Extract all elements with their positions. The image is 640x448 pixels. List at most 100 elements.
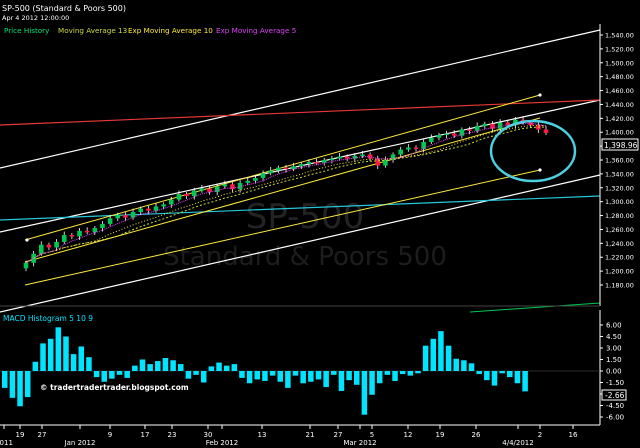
x-tick-label: 21 [306,431,315,439]
candle-body [92,228,98,233]
macd-bar [453,358,459,371]
price-tick-label: 1,480.00 [605,73,634,81]
x-tick-label: 30 [204,431,213,439]
price-tick-label: 1,300.00 [605,198,634,206]
last-price-marker: 1,398.96 [601,138,639,151]
x-tick-label: 23 [168,431,177,439]
candle-body [268,170,274,174]
macd-tick-label: 0.00 [606,368,622,376]
macd-bar [507,371,513,378]
price-tick-label: 1,400.00 [605,129,634,137]
macd-bar [55,327,62,371]
macd-bar [139,359,146,371]
price-tick-label: 1,520.00 [605,45,634,53]
x-tick-label: 19 [436,431,445,439]
macd-bar [231,364,238,371]
candle-body [191,190,197,197]
candle-body [123,214,128,218]
x-tick-label: 2 [538,431,542,439]
macd-tick-label: 6.00 [606,322,622,330]
candle-body [207,188,212,192]
legend: Price History Moving Average 13 Exp Movi… [4,26,296,35]
price-tick-label: 1,500.00 [605,59,634,67]
candle-body [474,125,480,131]
x-tick-label: 2011 [0,439,13,447]
macd-bar [277,371,283,382]
candle-body [283,167,289,170]
macd-bar [514,371,521,384]
x-tick-label: 26 [472,431,481,439]
macd-bar [292,371,299,376]
macd-bar [2,371,8,388]
candle-body [291,166,296,170]
macd-bar [216,362,222,371]
macd-bar [369,371,375,395]
macd-bar [499,371,505,374]
channel-anchor [538,168,542,172]
macd-bar [484,371,490,381]
macd-bar [185,371,192,379]
x-tick-label: 4/4/2012 [502,439,533,447]
candle-body [497,122,503,129]
macd-bar [346,371,352,381]
price-tick-label: 1,440.00 [605,101,634,109]
candle-body [161,204,166,207]
macd-bar [262,371,268,381]
macd-bar [116,371,123,375]
x-tick-label: 27 [38,431,47,439]
macd-tick-label: -1.50 [606,379,624,387]
macd-bar [361,371,368,415]
x-tick-label: 16 [569,431,578,439]
legend-ema-10: Exp Moving Average 10 [128,26,213,35]
candle-body [214,186,220,192]
price-tick-label: 1,280.00 [605,212,634,220]
candle-body [107,218,113,224]
macd-bar [308,371,314,382]
stock-chart: SP-500 (Standard & Poors 500) Apr 4 2012… [0,0,640,448]
candle-body [406,147,411,150]
macd-bar [24,371,31,398]
candle-body [138,208,144,213]
last-price-label: 1,398.96 [604,141,638,150]
candle-body [398,149,404,155]
candle-body [100,223,105,229]
macd-bar [93,371,100,378]
x-tick-label: 9 [108,431,112,439]
candle-body [176,194,182,200]
channel-anchor [538,93,542,97]
macd-bar [269,371,276,376]
candle-body [115,214,121,219]
legend-ema-5: Exp Moving Average 5 [216,26,296,35]
candle-body [146,208,151,211]
x-tick-label: 19 [16,431,25,439]
legend-ma-13: Moving Average 13 [58,26,127,35]
macd-bar [392,371,398,381]
macd-title: MACD Histogram 5 10 9 [3,314,93,323]
macd-bar [399,371,406,375]
candle-body [367,154,373,159]
macd-bar [193,371,199,375]
macd-tick-label: 4.50 [606,333,622,341]
candle-body [314,162,319,164]
price-tick-label: 1,200.00 [605,268,634,276]
price-tick-label: 1,220.00 [605,254,634,262]
x-tick-label: 5 [370,431,374,439]
macd-bar [40,343,46,371]
macd-bar [491,371,498,386]
candle-body [199,188,205,191]
macd-bar [476,371,482,375]
macd-bar [315,371,322,380]
macd-bar [461,360,467,371]
macd-bar [468,363,475,371]
candle-body [467,129,472,131]
macd-tick-label: 1.50 [606,356,622,364]
watermark-symbol: SP-500 [246,197,365,237]
macd-tick-label: 3.00 [606,345,622,353]
price-tick-label: 1,180.00 [605,282,634,290]
macd-bar [9,371,16,398]
macd-bar [354,371,360,385]
candle-body [436,135,442,138]
candle-body [543,129,549,133]
candle-body [46,244,52,248]
candle-body [168,199,174,205]
